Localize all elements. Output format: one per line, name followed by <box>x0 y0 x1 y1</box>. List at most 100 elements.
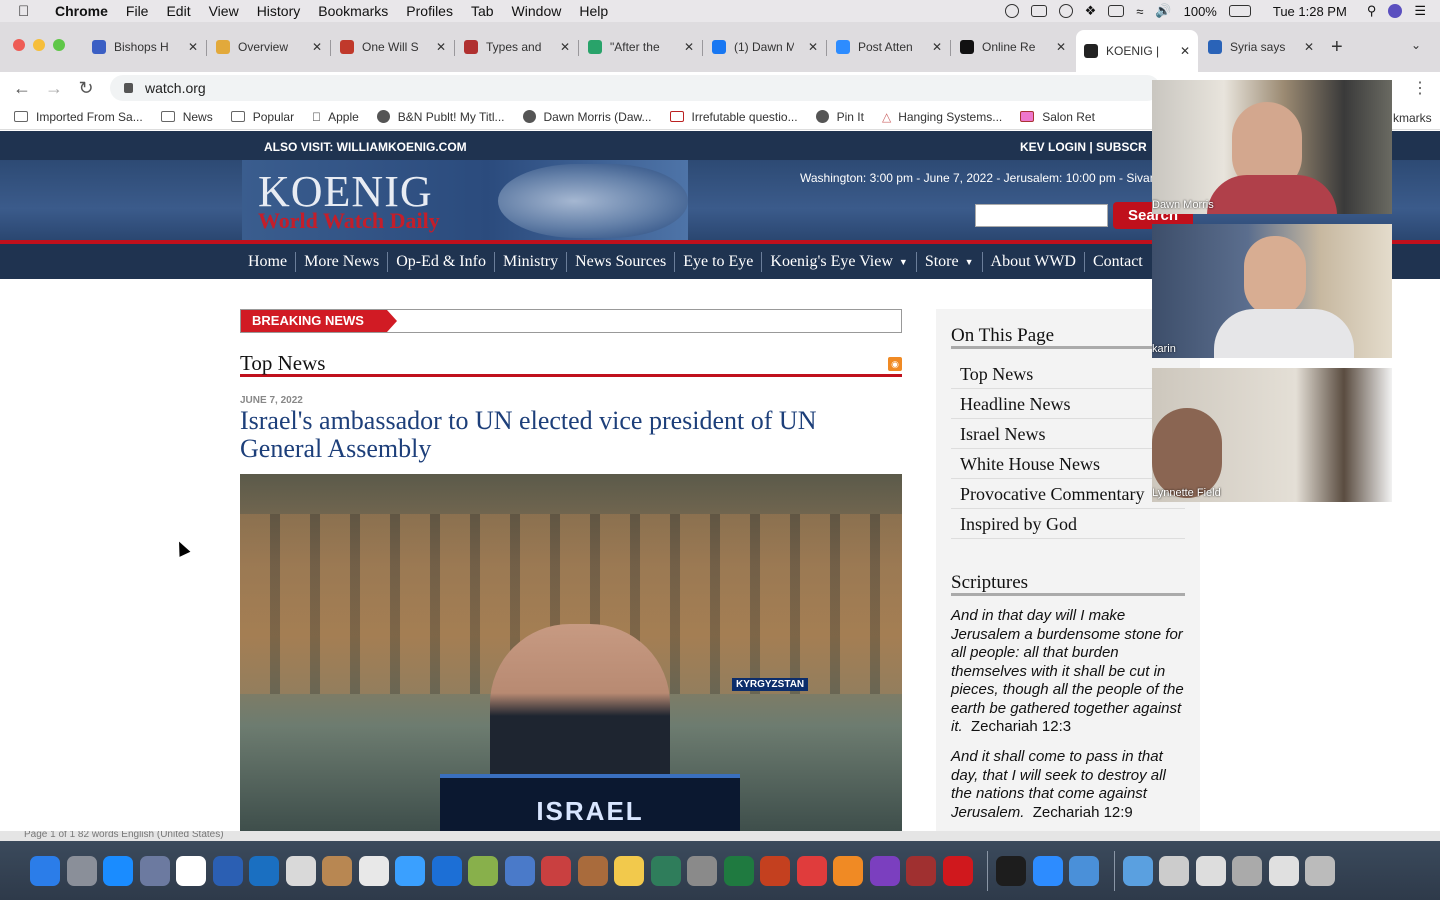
close-tab-icon[interactable]: ✕ <box>808 40 818 54</box>
bookmark-item[interactable]: Dawn Morris (Daw... <box>522 110 652 124</box>
browser-tab[interactable]: Syria says ✕ <box>1200 34 1322 60</box>
dock-app-icon[interactable] <box>358 855 389 886</box>
url-bar[interactable]: watch.org <box>110 75 1160 101</box>
login-subscribe-links[interactable]: KEV LOGIN | SUBSCR <box>1020 140 1147 154</box>
dock-app-icon[interactable] <box>1069 855 1099 886</box>
new-tab-button[interactable]: + <box>1331 36 1343 59</box>
other-bookmarks[interactable]: kmarks <box>1393 111 1432 125</box>
dock-app-icon[interactable] <box>614 855 644 886</box>
dock-app-icon[interactable] <box>869 855 900 886</box>
minimize-window-button[interactable] <box>33 39 45 51</box>
volume-icon[interactable]: 🔊 <box>1155 3 1171 19</box>
bookmark-item[interactable]: △ Hanging Systems... <box>882 110 1002 124</box>
also-visit-link[interactable]: ALSO VISIT: WILLIAMKOENIG.COM <box>264 140 467 154</box>
article-photo[interactable]: KYRGYZSTAN ISRAEL <box>240 474 902 831</box>
bookmark-folder[interactable]: News <box>160 110 213 124</box>
browser-tab[interactable]: (1) Dawn M ✕ <box>704 34 826 60</box>
menu-edit[interactable]: Edit <box>157 3 199 19</box>
close-tab-icon[interactable]: ✕ <box>684 40 694 54</box>
otp-link-top-news[interactable]: Top News <box>951 359 1185 389</box>
site-logo[interactable]: KOENIG World Watch Daily <box>242 160 688 241</box>
close-tab-icon[interactable]: ✕ <box>1056 40 1066 54</box>
zoom-window-button[interactable] <box>53 39 65 51</box>
dock-app-icon[interactable] <box>30 855 60 886</box>
breaking-news-ticker[interactable]: BREAKING NEWS <box>240 309 902 333</box>
dock-app-icon[interactable] <box>431 855 462 886</box>
bookmark-item[interactable]: Pin It <box>815 110 864 124</box>
dock-app-icon[interactable] <box>285 855 316 886</box>
dock-app-icon[interactable] <box>1032 855 1063 886</box>
dock-app-icon[interactable] <box>833 855 863 886</box>
bookmark-folder[interactable]: Imported From Sa... <box>14 110 143 124</box>
dock-app-icon[interactable] <box>66 855 97 886</box>
dock-app-icon[interactable] <box>760 855 790 886</box>
nav-home[interactable]: Home <box>240 251 297 272</box>
video-tile-participant[interactable]: Dawn Morris <box>1152 80 1392 214</box>
accessibility-icon[interactable] <box>1004 4 1019 18</box>
browser-tab[interactable]: Types and ✕ <box>456 34 578 60</box>
forward-button[interactable]: → <box>40 72 68 104</box>
bookmark-item[interactable]: B&N Publt! My Titl... <box>376 110 505 124</box>
dock-app-icon[interactable] <box>796 855 827 886</box>
nav-about[interactable]: About WWD <box>983 251 1085 272</box>
control-center-icon[interactable]: ☰ <box>1414 3 1426 19</box>
nav-more-news[interactable]: More News <box>296 251 389 272</box>
rss-icon[interactable]: ◉ <box>888 357 902 371</box>
browser-tab[interactable]: Online Re ✕ <box>952 34 1074 60</box>
dock-app-icon[interactable] <box>541 855 571 886</box>
nav-news-sources[interactable]: News Sources <box>567 251 676 272</box>
dock-app-icon[interactable] <box>249 855 279 886</box>
dock-app-icon[interactable] <box>1122 855 1153 886</box>
close-tab-icon[interactable]: ✕ <box>188 40 198 54</box>
menu-app-chrome[interactable]: Chrome <box>46 3 117 19</box>
close-tab-icon[interactable]: ✕ <box>436 40 446 54</box>
menu-file[interactable]: File <box>117 3 158 19</box>
battery-icon[interactable] <box>1228 5 1251 17</box>
keyboard-icon[interactable] <box>1108 5 1125 17</box>
otp-link-israel-news[interactable]: Israel News <box>951 419 1185 449</box>
dock-app-icon[interactable] <box>504 855 535 886</box>
close-tab-icon[interactable]: ✕ <box>932 40 942 54</box>
bookmark-item[interactable]: Salon Ret <box>1020 110 1095 124</box>
tab-search-icon[interactable]: ⌄ <box>1411 38 1421 52</box>
dock-app-icon[interactable] <box>942 855 973 886</box>
dock-app-icon[interactable] <box>1159 855 1189 886</box>
browser-tab[interactable]: One Will S ✕ <box>332 34 454 60</box>
dock-app-icon[interactable] <box>322 855 352 886</box>
browser-tab[interactable]: Overview ✕ <box>208 34 330 60</box>
dock-app-icon[interactable] <box>996 855 1026 886</box>
video-tile-participant[interactable]: karin <box>1152 224 1392 358</box>
close-tab-icon[interactable]: ✕ <box>560 40 570 54</box>
back-button[interactable]: ← <box>8 72 36 104</box>
dock-app-icon[interactable] <box>577 855 608 886</box>
wifi-icon[interactable]: ≈ <box>1136 4 1143 19</box>
otp-link-white-house-news[interactable]: White House News <box>951 449 1185 479</box>
dock-app-icon[interactable] <box>723 855 754 886</box>
siri-icon[interactable] <box>1388 4 1403 18</box>
dock-app-icon[interactable] <box>212 855 243 886</box>
nav-store[interactable]: Store ▼ <box>917 251 983 272</box>
nav-contact[interactable]: Contact <box>1085 252 1151 272</box>
dock-app-icon[interactable] <box>395 855 425 886</box>
dock-app-icon[interactable] <box>1268 855 1299 886</box>
menu-tab[interactable]: Tab <box>462 3 503 19</box>
otp-link-headline-news[interactable]: Headline News <box>951 389 1185 419</box>
browser-tab[interactable]: "After the ✕ <box>580 34 702 60</box>
lock-icon[interactable] <box>124 83 133 93</box>
dock-app-icon[interactable] <box>468 855 498 886</box>
bluetooth-icon[interactable]: ❖ <box>1085 3 1097 19</box>
otp-link-inspired-by-god[interactable]: Inspired by God <box>951 509 1185 539</box>
bookmark-item[interactable]: Apple <box>312 110 359 124</box>
nav-koenigs-eye-view[interactable]: Koenig's Eye View ▼ <box>762 251 917 272</box>
apple-icon[interactable]:  <box>18 3 40 20</box>
dock-app-icon[interactable] <box>176 855 206 886</box>
dock-app-icon[interactable] <box>687 855 717 886</box>
menu-profiles[interactable]: Profiles <box>397 3 462 19</box>
dock-app-icon[interactable] <box>1305 855 1335 886</box>
close-tab-icon[interactable]: ✕ <box>312 40 322 54</box>
dock-app-icon[interactable] <box>650 855 681 886</box>
bookmark-item[interactable]: Irrefutable questio... <box>669 110 798 124</box>
menu-view[interactable]: View <box>200 3 248 19</box>
clock[interactable]: Tue 1:28 PM <box>1273 4 1347 19</box>
nav-op-ed[interactable]: Op-Ed & Info <box>388 251 495 272</box>
